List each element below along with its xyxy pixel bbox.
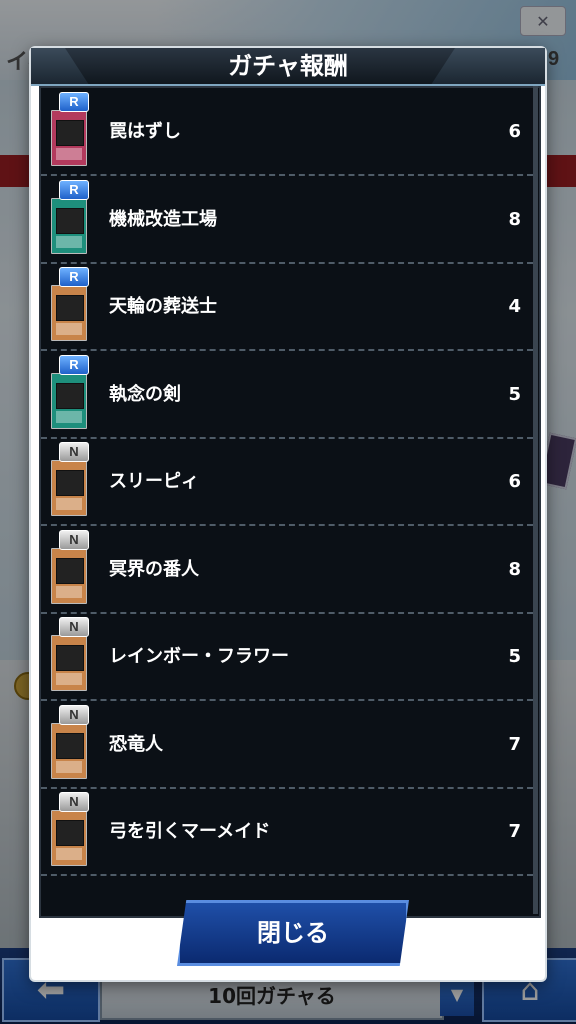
card-text-box — [56, 498, 82, 510]
card-text-box — [56, 148, 82, 160]
card-art — [56, 645, 84, 671]
card-count: 8 — [508, 558, 521, 580]
list-item[interactable]: R 機械改造工場 8 — [41, 176, 533, 264]
list-item[interactable]: R 天輪の葬送士 4 — [41, 263, 533, 351]
card-text-box — [56, 323, 82, 335]
card-count: 5 — [508, 646, 521, 667]
card-text-box — [56, 760, 82, 773]
card-thumbnail — [51, 372, 87, 429]
card-count: 4 — [508, 296, 521, 317]
gacha-reward-dialog: ガチャ報酬 R 罠はずし 6 R 機械改造工場 8 R 天輪の葬送士 4 R 執念の剣 5 N スリーピィ… — [31, 48, 545, 980]
list-item[interactable]: N 恐竜人 7 — [41, 701, 533, 789]
card-count: 7 — [508, 733, 521, 755]
card-art — [56, 470, 84, 496]
card-name: 執念の剣 — [109, 383, 181, 405]
card-text-box — [56, 673, 82, 685]
list-item[interactable]: N スリーピィ 6 — [41, 438, 533, 526]
card-count: 6 — [508, 121, 521, 142]
close-button[interactable]: 閉じる — [177, 900, 409, 966]
card-count: 7 — [508, 821, 521, 842]
list-item[interactable]: N レインボー・フラワー 5 — [41, 613, 533, 701]
list-item[interactable]: N 冥界の番人 8 — [41, 526, 533, 614]
dialog-header: ガチャ報酬 — [31, 48, 545, 86]
rarity-badge: N — [59, 529, 89, 550]
card-count: 6 — [508, 471, 521, 492]
card-text-box — [56, 585, 82, 598]
card-thumbnail — [51, 197, 87, 254]
rarity-badge: R — [59, 179, 89, 200]
card-text-box — [56, 848, 82, 860]
card-name: 罠はずし — [109, 121, 181, 142]
card-art — [56, 820, 84, 846]
card-text-box — [56, 235, 82, 248]
card-name: 機械改造工場 — [109, 208, 217, 230]
card-art — [56, 295, 84, 321]
card-count: 8 — [508, 208, 521, 230]
card-name: 弓を引くマーメイド — [109, 821, 271, 842]
card-art — [56, 120, 84, 146]
rarity-badge: N — [59, 792, 89, 812]
rarity-badge: N — [59, 617, 89, 637]
card-name: 恐竜人 — [109, 733, 163, 755]
card-art — [56, 207, 84, 234]
card-thumbnail — [51, 460, 87, 516]
list-item[interactable]: R 執念の剣 5 — [41, 351, 533, 439]
card-art — [56, 732, 84, 759]
card-name: 冥界の番人 — [109, 558, 199, 580]
rarity-badge: N — [59, 442, 89, 462]
card-thumbnail — [51, 810, 87, 866]
rarity-badge: R — [59, 92, 89, 112]
card-thumbnail — [51, 285, 87, 341]
list-item[interactable]: R 罠はずし 6 — [41, 88, 533, 176]
card-thumbnail — [51, 547, 87, 604]
reward-list[interactable]: R 罠はずし 6 R 機械改造工場 8 R 天輪の葬送士 4 R 執念の剣 5 N スリーピィ 6 N 冥界の番… — [39, 86, 541, 918]
rarity-badge: R — [59, 354, 89, 375]
card-thumbnail — [51, 635, 87, 691]
card-name: 天輪の葬送士 — [109, 296, 217, 317]
card-art — [56, 557, 84, 584]
card-name: スリーピィ — [109, 471, 199, 492]
rarity-badge: R — [59, 267, 89, 287]
list-item[interactable]: N 弓を引くマーメイド 7 — [41, 788, 533, 876]
card-name: レインボー・フラワー — [109, 646, 289, 667]
rarity-badge: N — [59, 704, 89, 725]
dialog-title: ガチャ報酬 — [228, 52, 348, 80]
card-text-box — [56, 410, 82, 423]
card-thumbnail — [51, 722, 87, 779]
reward-list-scrollbar[interactable] — [533, 86, 538, 914]
card-art — [56, 382, 84, 409]
card-thumbnail — [51, 110, 87, 166]
card-count: 5 — [508, 383, 521, 405]
